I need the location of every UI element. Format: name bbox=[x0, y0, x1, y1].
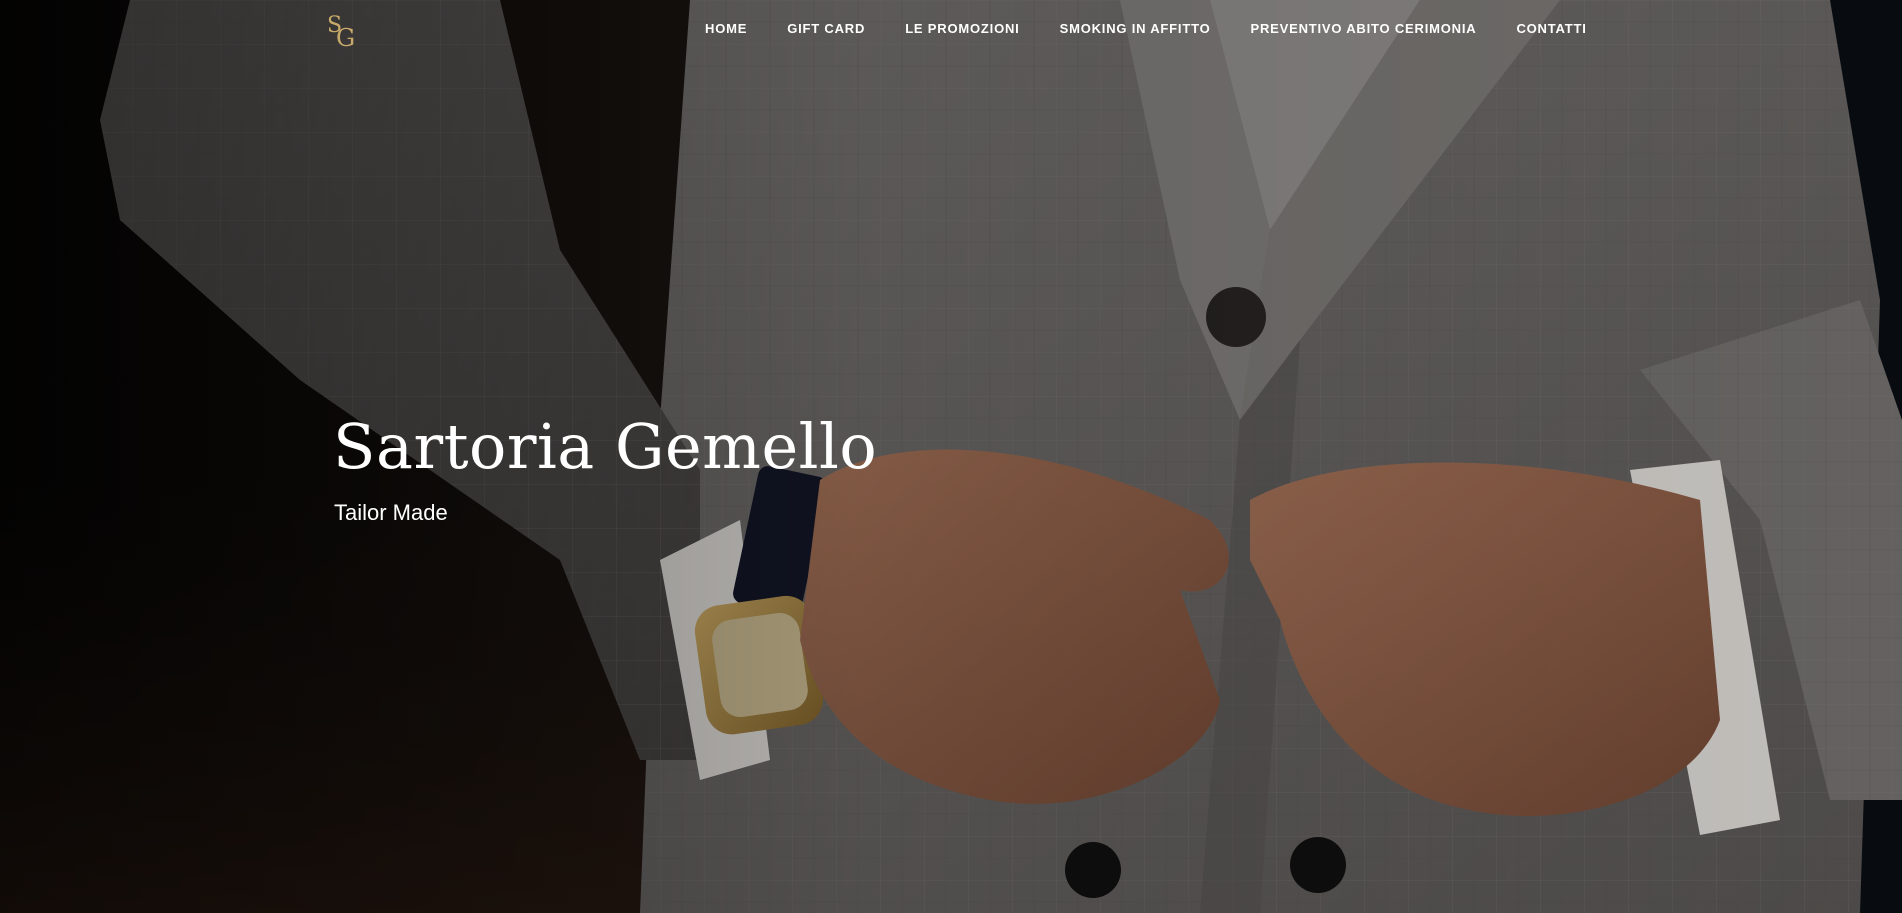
nav-home[interactable]: HOME bbox=[705, 21, 747, 36]
svg-text:G: G bbox=[336, 24, 355, 52]
hero-dark-overlay bbox=[0, 0, 1902, 913]
hero-subtitle: Tailor Made bbox=[334, 500, 448, 525]
nav-contatti[interactable]: CONTATTI bbox=[1516, 21, 1586, 36]
main-menu: HOME GIFT CARD LE PROMOZIONI SMOKING IN … bbox=[705, 21, 1587, 36]
hero-title: Sartoria Gemello bbox=[333, 410, 878, 483]
top-navigation: S G HOME GIFT CARD LE PROMOZIONI SMOKING… bbox=[0, 0, 1902, 56]
nav-smoking-in-affitto[interactable]: SMOKING IN AFFITTO bbox=[1060, 21, 1211, 36]
sg-logo-icon[interactable]: S G bbox=[324, 10, 360, 52]
nav-preventivo-abito-cerimonia[interactable]: PREVENTIVO ABITO CERIMONIA bbox=[1251, 21, 1477, 36]
nav-gift-card[interactable]: GIFT CARD bbox=[787, 21, 865, 36]
nav-le-promozioni[interactable]: LE PROMOZIONI bbox=[905, 21, 1019, 36]
hero-section: S G HOME GIFT CARD LE PROMOZIONI SMOKING… bbox=[0, 0, 1902, 913]
